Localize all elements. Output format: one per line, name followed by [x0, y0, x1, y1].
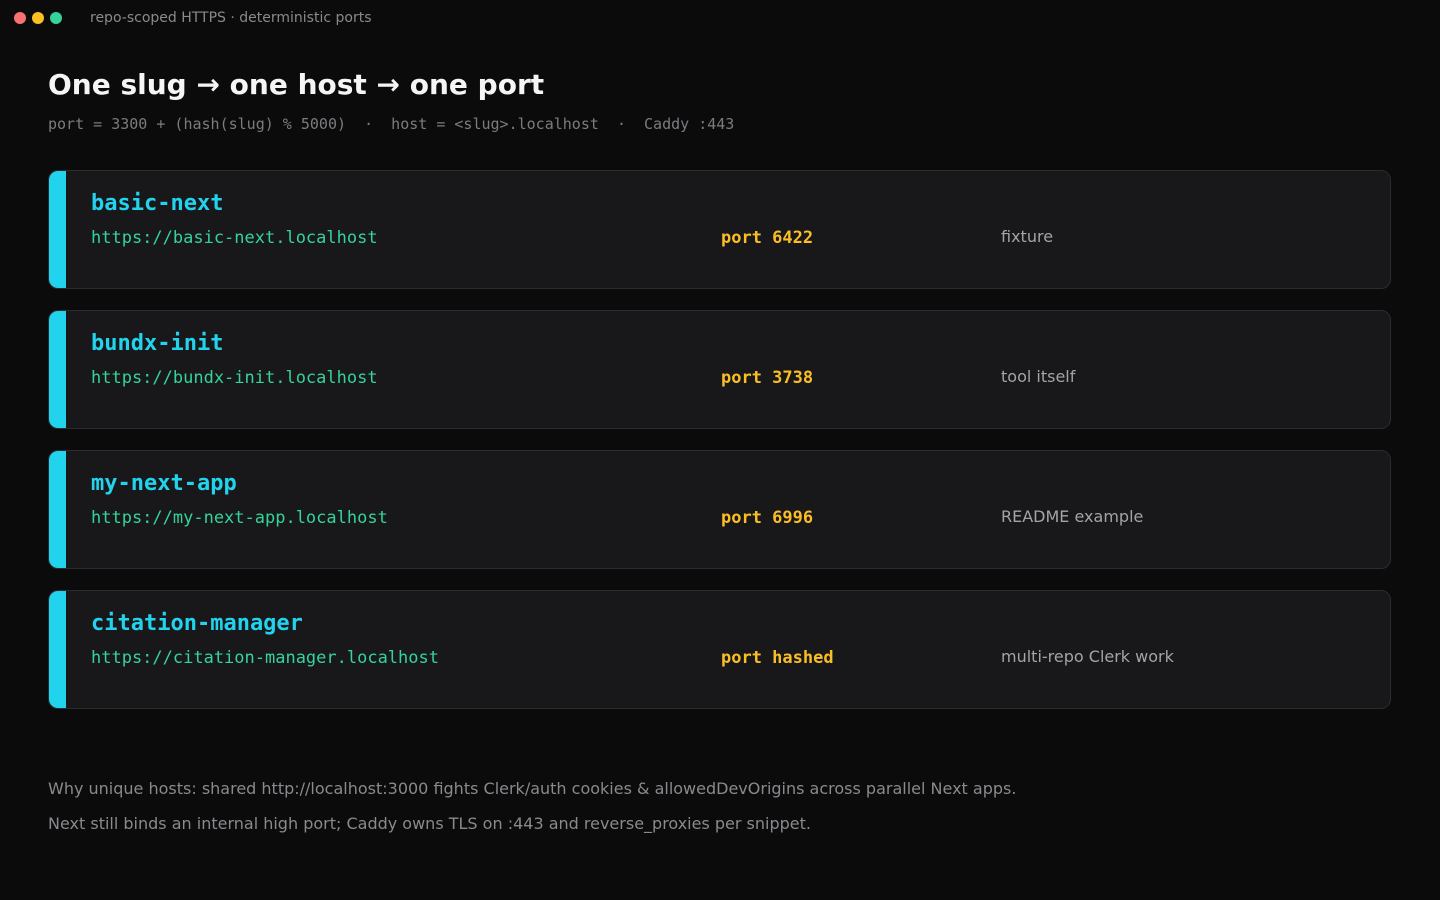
footer-explanation: Why unique hosts: shared http://localhos… — [48, 779, 1017, 798]
project-card-my-next-app: my-next-app https://my-next-app.localhos… — [48, 450, 1391, 569]
card-accent-bar — [49, 591, 66, 708]
project-url-link[interactable]: https://basic-next.localhost — [91, 228, 378, 248]
footer-note: Next still binds an internal high port; … — [48, 814, 811, 833]
project-note: multi-repo Clerk work — [1001, 647, 1174, 666]
project-slug: bundx-init — [91, 331, 224, 356]
project-note: tool itself — [1001, 367, 1076, 386]
close-window-button[interactable] — [14, 12, 26, 24]
maximize-window-button[interactable] — [50, 12, 62, 24]
minimize-window-button[interactable] — [32, 12, 44, 24]
project-note: fixture — [1001, 227, 1054, 246]
project-slug: basic-next — [91, 191, 224, 216]
project-url-link[interactable]: https://bundx-init.localhost — [91, 368, 378, 388]
project-card-bundx-init: bundx-init https://bundx-init.localhost … — [48, 310, 1391, 429]
project-port: port 3738 — [721, 368, 814, 388]
card-accent-bar — [49, 171, 66, 288]
project-port: port 6996 — [721, 508, 814, 528]
project-card-citation-manager: citation-manager https://citation-manage… — [48, 590, 1391, 709]
project-url-link[interactable]: https://my-next-app.localhost — [91, 508, 388, 528]
project-slug: my-next-app — [91, 471, 237, 496]
project-note: README example — [1001, 507, 1144, 526]
card-accent-bar — [49, 451, 66, 568]
project-card-basic-next: basic-next https://basic-next.localhost … — [48, 170, 1391, 289]
project-slug: citation-manager — [91, 611, 303, 636]
project-port: port hashed — [721, 648, 834, 668]
window-title: repo-scoped HTTPS · deterministic ports — [90, 10, 372, 26]
port-formula: port = 3300 + (hash(slug) % 5000) · host… — [48, 115, 735, 133]
window-titlebar: repo-scoped HTTPS · deterministic ports — [0, 0, 1440, 38]
project-port: port 6422 — [721, 228, 814, 248]
project-url-link[interactable]: https://citation-manager.localhost — [91, 648, 439, 668]
page-title: One slug → one host → one port — [48, 68, 545, 101]
card-accent-bar — [49, 311, 66, 428]
